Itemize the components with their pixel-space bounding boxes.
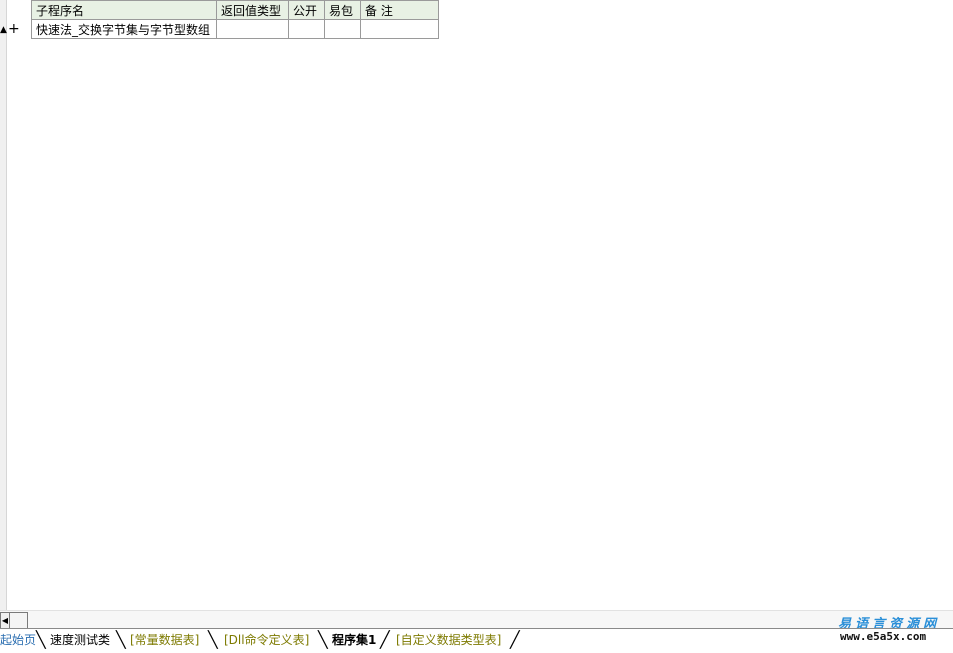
tab-constant-table[interactable]: [常量数据表] xyxy=(126,631,203,649)
tab-separator-icon: ╱ xyxy=(510,630,520,649)
tab-bar: 起始页 ╲ 速度测试类 ╲ [常量数据表] ╲ [Dll命令定义表] ╲ 程序集… xyxy=(0,628,953,653)
watermark-url: www.e5a5x.com xyxy=(840,630,927,643)
row-caret-icon: ▲ xyxy=(0,25,7,35)
header-public: 公开 xyxy=(288,0,325,20)
cell-subprogram-name[interactable]: 快速法_交换字节集与字节型数组 xyxy=(31,19,217,39)
tab-assembly-1[interactable]: 程序集1 xyxy=(328,631,380,649)
scroll-thumb[interactable] xyxy=(9,612,28,629)
tab-separator-icon: ╲ xyxy=(36,630,46,649)
tab-start-page[interactable]: 起始页 xyxy=(0,631,40,649)
table-header-row: 子程序名 返回值类型 公开 易包 备 注 xyxy=(31,0,439,20)
cell-public[interactable] xyxy=(288,19,325,39)
cell-epackage[interactable] xyxy=(324,19,361,39)
cell-remark[interactable] xyxy=(360,19,439,39)
cell-return-type[interactable] xyxy=(216,19,289,39)
subprogram-table: 子程序名 返回值类型 公开 易包 备 注 快速法_交换字节集与字节型数组 xyxy=(31,0,439,39)
tab-speed-test-class[interactable]: 速度测试类 xyxy=(46,631,114,649)
expand-icon[interactable]: + xyxy=(8,21,20,37)
tab-custom-datatype-table[interactable]: [自定义数据类型表] xyxy=(392,631,505,649)
header-return-type: 返回值类型 xyxy=(216,0,289,20)
header-epackage: 易包 xyxy=(324,0,361,20)
header-remark: 备 注 xyxy=(360,0,439,20)
horizontal-scrollbar[interactable]: ◀ xyxy=(0,610,953,629)
tab-separator-icon: ╲ xyxy=(116,630,126,649)
table-row[interactable]: 快速法_交换字节集与字节型数组 xyxy=(31,19,439,39)
tab-dll-command-table[interactable]: [Dll命令定义表] xyxy=(220,631,313,649)
row-marker[interactable]: ▲ + xyxy=(0,21,28,38)
tab-separator-icon: ╲ xyxy=(208,630,218,649)
header-subprogram-name: 子程序名 xyxy=(31,0,217,20)
left-gutter xyxy=(0,0,7,610)
tab-separator-icon: ╲ xyxy=(318,630,328,649)
tab-separator-icon: ╱ xyxy=(380,630,390,649)
